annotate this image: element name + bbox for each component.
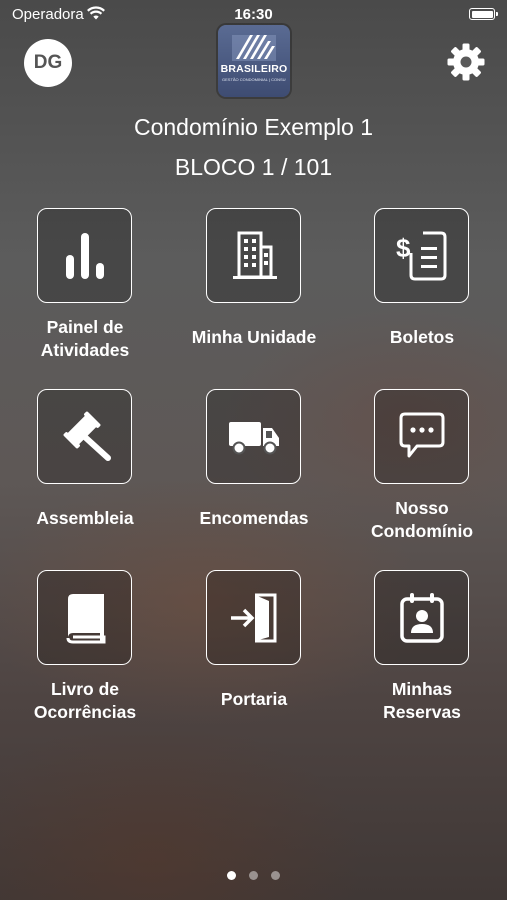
- tile-button[interactable]: [206, 208, 301, 303]
- invoice-icon: $: [396, 231, 446, 280]
- tile-label: Encomendas: [199, 508, 309, 528]
- chat-icon: [399, 412, 444, 457]
- tile-label: Livro de Ocorrências: [33, 679, 137, 722]
- svg-text:$: $: [396, 233, 411, 263]
- tile-button[interactable]: [206, 570, 301, 665]
- book-icon: [66, 593, 105, 643]
- company-logo: BRASILEIRO GESTÃO CONDOMINIAL | CONSULTO…: [218, 25, 290, 97]
- bar-chart-icon: [65, 232, 104, 279]
- tile-button[interactable]: [374, 389, 469, 484]
- calendar-person-icon: [399, 592, 444, 643]
- tile-label: Nosso Condomínio: [370, 498, 474, 541]
- tile-button[interactable]: $: [374, 208, 469, 303]
- tile-button[interactable]: [37, 389, 132, 484]
- enter-door-icon: [230, 593, 276, 642]
- truck-icon: [228, 421, 279, 454]
- page-dot[interactable]: [227, 871, 236, 880]
- tile-label: Boletos: [389, 327, 455, 347]
- battery-icon: [469, 8, 498, 20]
- tile-button[interactable]: [37, 570, 132, 665]
- unit-label: BLOCO 1 / 101: [174, 154, 333, 180]
- clock: 16:30: [234, 6, 273, 23]
- tile-button[interactable]: [37, 208, 132, 303]
- settings-gear-icon[interactable]: [446, 42, 486, 82]
- condominium-name: Condomínio Exemplo 1: [133, 114, 374, 140]
- page-indicator[interactable]: [0, 871, 507, 880]
- tile-label: Portaria: [220, 689, 288, 709]
- building-icon: [232, 231, 277, 279]
- tile-label: Assembleia: [36, 508, 134, 528]
- tile-button[interactable]: [206, 389, 301, 484]
- logo-mark-icon: [232, 35, 276, 61]
- gavel-icon: [63, 411, 111, 461]
- avatar-initials: DG: [33, 52, 63, 73]
- tile-label: Painel de Atividades: [40, 317, 130, 360]
- avatar[interactable]: DG: [24, 39, 72, 87]
- tile-button[interactable]: [374, 570, 469, 665]
- page-dot[interactable]: [271, 871, 280, 880]
- status-bar: Operadora 16:30: [0, 0, 507, 28]
- tile-label: Minhas Reservas: [383, 679, 461, 722]
- logo-text: BRASILEIRO: [220, 63, 288, 75]
- tile-label: Minha Unidade: [191, 327, 317, 347]
- logo-tagline: GESTÃO CONDOMINIAL | CONSULTORIA: [222, 77, 286, 82]
- page-dot[interactable]: [249, 871, 258, 880]
